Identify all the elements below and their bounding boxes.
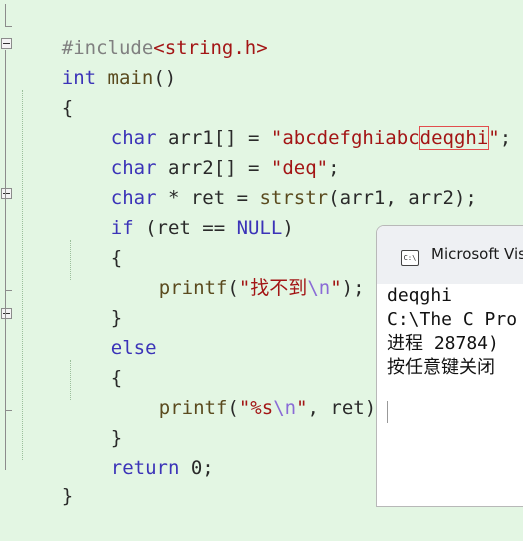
code-line-5[interactable]: char arr2[] = "deq"; [65, 123, 340, 179]
paren-open: ( [227, 397, 239, 419]
return-keyword: return [110, 457, 180, 479]
code-line-14[interactable]: } [65, 393, 122, 449]
condition-open: (ret == [133, 217, 237, 239]
code-line-7[interactable]: if (ret == NULL) [65, 183, 294, 239]
parens: () [153, 67, 177, 89]
code-line-4[interactable]: char arr1[] = "abcdefghiabcdeqghi"; [65, 93, 511, 150]
highlighted-substring: deqghi [418, 126, 490, 150]
console-title-bar[interactable]: C:\ Microsoft Vis [377, 226, 523, 284]
code-line-2[interactable]: int main() [16, 33, 176, 89]
string-quote: " [488, 127, 500, 149]
call-args: (arr1, arr2); [328, 187, 477, 209]
fold-toggle-main-icon[interactable] [1, 38, 12, 49]
console-line: 按任意键关闭 [387, 357, 495, 378]
null-macro: NULL [236, 217, 283, 239]
code-line-6[interactable]: char * ret = strstr(arr1, arr2); [65, 153, 477, 209]
code-line-9[interactable]: printf("找不到\n"); [113, 243, 365, 299]
semicolon: ; [499, 127, 512, 149]
function-call: printf [158, 277, 228, 299]
code-line-16[interactable]: } [16, 451, 73, 507]
console-output[interactable]: deqghi C:\The C Pro 进程 28784) 按任意键关闭 [387, 284, 523, 380]
else-fold-bracket [5, 320, 12, 411]
console-line: 进程 28784) [387, 333, 499, 354]
code-line-12[interactable]: { [65, 333, 122, 389]
string-literal: "%s [238, 397, 274, 419]
condition-close: ) [282, 217, 294, 239]
string-quote: " [330, 277, 342, 299]
string-literal: "找不到 [238, 277, 308, 299]
paren-open: ( [227, 277, 239, 299]
string-quote: " [296, 397, 308, 419]
code-line-11[interactable]: else [65, 303, 157, 359]
console-line: deqghi [387, 285, 453, 306]
return-value: 0; [179, 457, 214, 479]
console-cursor [387, 401, 388, 423]
code-line-8[interactable]: { [65, 213, 122, 269]
console-title: Microsoft Vis [431, 245, 523, 263]
if-fold-bracket [5, 200, 12, 291]
function-call: printf [158, 397, 228, 419]
code-line-10[interactable]: } [65, 273, 122, 329]
paren-close: ); [341, 277, 365, 299]
code-line-1[interactable]: #include<string.h> [16, 3, 268, 59]
brace: } [61, 485, 74, 507]
console-line: C:\The C Pro [387, 309, 518, 330]
escape-sequence: \n [307, 277, 331, 299]
include-fold-bracket [5, 4, 12, 27]
code-line-13[interactable]: printf("%s\n", ret); [113, 363, 388, 419]
console-app-icon: C:\ [401, 250, 419, 266]
code-line-3[interactable]: { [16, 63, 73, 119]
code-line-15[interactable]: return 0; [65, 423, 214, 479]
console-window[interactable]: C:\ Microsoft Vis deqghi C:\The C Pro 进程… [376, 225, 523, 507]
escape-sequence: \n [273, 397, 297, 419]
function-name: main [107, 67, 154, 89]
